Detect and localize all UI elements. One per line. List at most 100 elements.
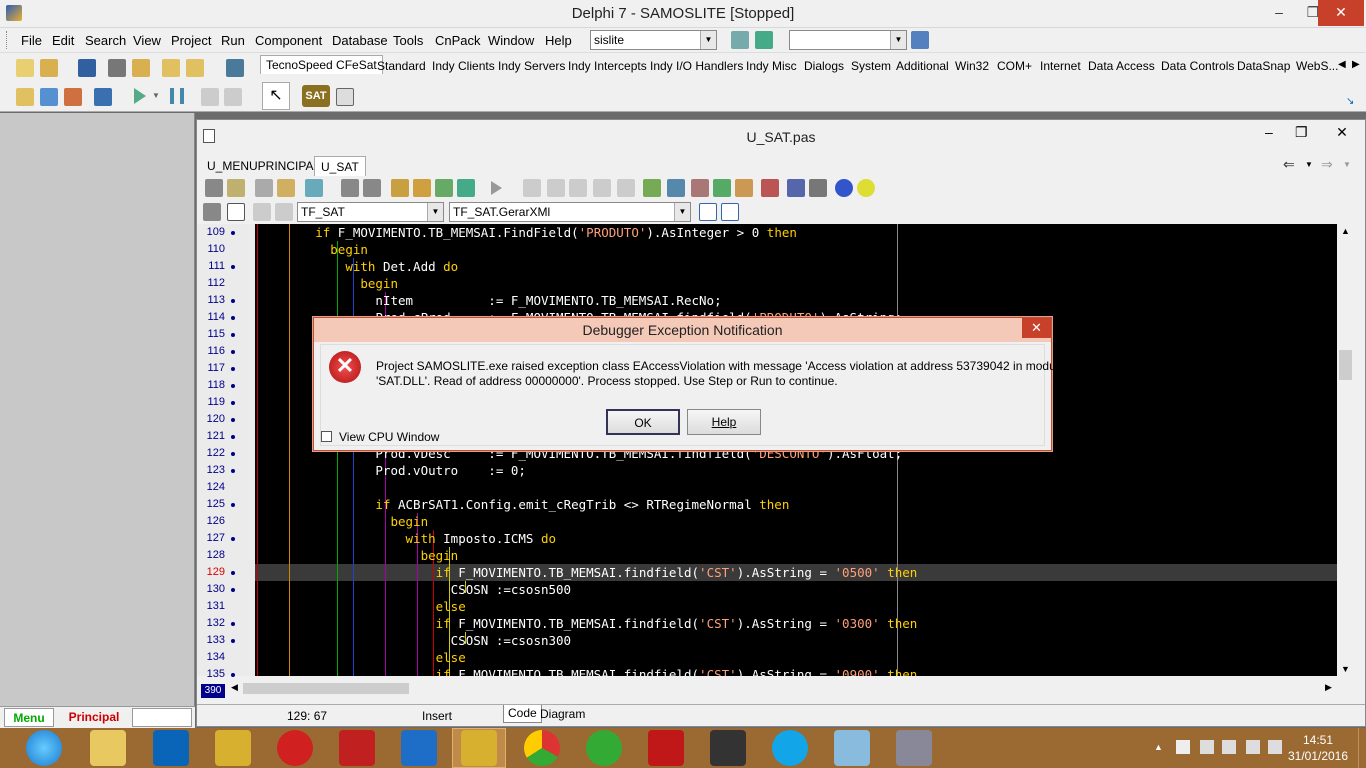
chevron-down-icon[interactable]: ▼ xyxy=(427,203,443,221)
clock-date[interactable]: 31/01/2016 xyxy=(1284,749,1352,763)
menu-component[interactable]: Component xyxy=(255,33,322,48)
list-view-icon[interactable] xyxy=(699,203,717,221)
breakpoint-dot-icon[interactable] xyxy=(231,333,235,337)
view-cpu-checkbox[interactable] xyxy=(321,431,332,442)
palette-tab-indy-intercepts[interactable]: Indy Intercepts xyxy=(568,59,647,73)
class-explorer-icon[interactable] xyxy=(227,179,245,197)
minimize-button[interactable]: – xyxy=(1262,0,1296,26)
palette-tab-data-access[interactable]: Data Access xyxy=(1088,59,1155,73)
tab-u-menuprincipal[interactable]: U_MENUPRINCIPAL xyxy=(201,156,326,176)
view-form-icon[interactable] xyxy=(40,88,58,106)
code-line[interactable]: CSOSN :=csosn300 xyxy=(255,632,571,649)
code-line[interactable]: begin xyxy=(255,513,428,530)
ie-icon[interactable] xyxy=(26,730,62,766)
config-combo[interactable]: sislite ▼ xyxy=(590,30,717,50)
breakpoint-dot-icon[interactable] xyxy=(231,265,235,269)
horizontal-scrollbar[interactable]: ◀ ▶ xyxy=(231,680,1337,697)
palette-tab-data-controls[interactable]: Data Controls xyxy=(1161,59,1234,73)
palette-tab-indy-servers[interactable]: Indy Servers xyxy=(498,59,565,73)
palette-tab-indy-clients[interactable]: Indy Clients xyxy=(432,59,495,73)
chevron-down-icon[interactable]: ▼ xyxy=(890,31,906,49)
menu-tools[interactable]: Tools xyxy=(393,33,423,48)
breakpoint-dot-icon[interactable] xyxy=(231,622,235,626)
tray-battery-icon[interactable] xyxy=(1200,740,1214,754)
evaluate-icon[interactable] xyxy=(617,179,635,197)
delphi7-icon[interactable] xyxy=(215,730,251,766)
add-to-project-icon[interactable] xyxy=(162,59,180,77)
pointer-arrow-icon[interactable]: ↖ xyxy=(262,82,290,110)
breakpoint-dot-icon[interactable] xyxy=(231,350,235,354)
help-button[interactable]: Help xyxy=(687,409,761,435)
palette-scroll-left-icon[interactable]: ◀ xyxy=(1338,59,1346,70)
breakpoint-dot-icon[interactable] xyxy=(231,571,235,575)
code-line[interactable]: begin xyxy=(255,241,368,258)
palette-tab-indy-io-handlers[interactable]: Indy I/O Handlers xyxy=(650,59,743,73)
scroll-right-icon[interactable]: ▶ xyxy=(1325,682,1332,693)
component-tree-icon[interactable] xyxy=(336,88,354,106)
tree-view-icon[interactable] xyxy=(721,203,739,221)
class-combo[interactable]: TF_SAT ▼ xyxy=(297,202,444,222)
tab-code[interactable]: Code xyxy=(503,705,542,723)
options-icon[interactable] xyxy=(809,179,827,197)
tab-diagram[interactable]: Diagram xyxy=(538,706,587,722)
view-unit-icon[interactable] xyxy=(16,88,34,106)
breakpoint-dot-icon[interactable] xyxy=(231,231,235,235)
code-line[interactable]: with Det.Add do xyxy=(255,258,458,275)
code-line[interactable]: else xyxy=(255,649,466,666)
run-build-icon[interactable] xyxy=(755,31,773,49)
remove-from-project-icon[interactable] xyxy=(186,59,204,77)
palette-tab-indy-misc[interactable]: Indy Misc xyxy=(746,59,797,73)
checklist-icon[interactable] xyxy=(435,179,453,197)
menu-window[interactable]: Window xyxy=(488,33,534,48)
code-line[interactable]: CSOSN :=csosn500 xyxy=(255,581,571,598)
paste-icon[interactable] xyxy=(277,179,295,197)
find-icon[interactable] xyxy=(305,179,323,197)
tray-keyboard-icon[interactable] xyxy=(1268,740,1282,754)
delphi7-running-icon[interactable] xyxy=(461,730,497,766)
scroll-up-icon[interactable]: ▲ xyxy=(1341,226,1350,236)
sat-component-icon[interactable]: SAT xyxy=(302,85,330,107)
procedure-list-icon[interactable] xyxy=(227,203,245,221)
editor-close-button[interactable]: ✕ xyxy=(1321,124,1363,141)
breakpoint-dot-icon[interactable] xyxy=(231,503,235,507)
menu-help[interactable]: Help xyxy=(545,33,572,48)
nav-back-icon[interactable]: ⇐ xyxy=(1283,156,1295,173)
tab-principal[interactable]: Principal xyxy=(58,708,130,727)
code-line[interactable]: if F_MOVIMENTO.TB_MEMSAI.FindField('PROD… xyxy=(255,224,797,241)
step-out-icon[interactable] xyxy=(593,179,611,197)
tab-menu[interactable]: Menu xyxy=(4,708,54,727)
export-icon[interactable] xyxy=(413,179,431,197)
form-icon[interactable] xyxy=(667,179,685,197)
palette-tab-dialogs[interactable]: Dialogs xyxy=(804,59,844,73)
nav-forward-icon[interactable]: ⇒ xyxy=(1321,156,1333,173)
menu-run[interactable]: Run xyxy=(221,33,245,48)
close-button[interactable]: ✕ xyxy=(1318,0,1364,26)
run-icon[interactable] xyxy=(491,181,502,195)
implementation-icon[interactable] xyxy=(275,203,293,221)
print-icon[interactable] xyxy=(363,179,381,197)
tool-icon[interactable] xyxy=(735,179,753,197)
breakpoint-dot-icon[interactable] xyxy=(231,452,235,456)
notes-icon[interactable] xyxy=(834,730,870,766)
sync-icon[interactable] xyxy=(203,203,221,221)
breakpoint-dot-icon[interactable] xyxy=(231,639,235,643)
delete-icon[interactable] xyxy=(341,179,359,197)
editor-maximize-button[interactable]: ❐ xyxy=(1295,124,1308,141)
acrobat-icon[interactable] xyxy=(339,730,375,766)
chevron-down-icon[interactable]: ▼ xyxy=(700,31,716,49)
code-line[interactable]: with Imposto.ICMS do xyxy=(255,530,557,547)
outlook-icon[interactable] xyxy=(153,730,189,766)
breakpoint-dot-icon[interactable] xyxy=(231,299,235,303)
new-icon[interactable] xyxy=(16,59,34,77)
settings-icon[interactable] xyxy=(761,179,779,197)
palette-tab-datasnap[interactable]: DataSnap xyxy=(1237,59,1290,73)
hscroll-thumb[interactable] xyxy=(243,683,409,694)
chrome-icon[interactable] xyxy=(524,730,560,766)
breakpoint-dot-icon[interactable] xyxy=(231,673,235,677)
scroll-thumb[interactable] xyxy=(1339,350,1352,380)
scroll-left-icon[interactable]: ◀ xyxy=(231,682,238,693)
breakpoint-dot-icon[interactable] xyxy=(231,384,235,388)
filezilla-icon[interactable] xyxy=(648,730,684,766)
dialog-close-button[interactable]: ✕ xyxy=(1022,318,1051,338)
printer-app-icon[interactable] xyxy=(896,730,932,766)
